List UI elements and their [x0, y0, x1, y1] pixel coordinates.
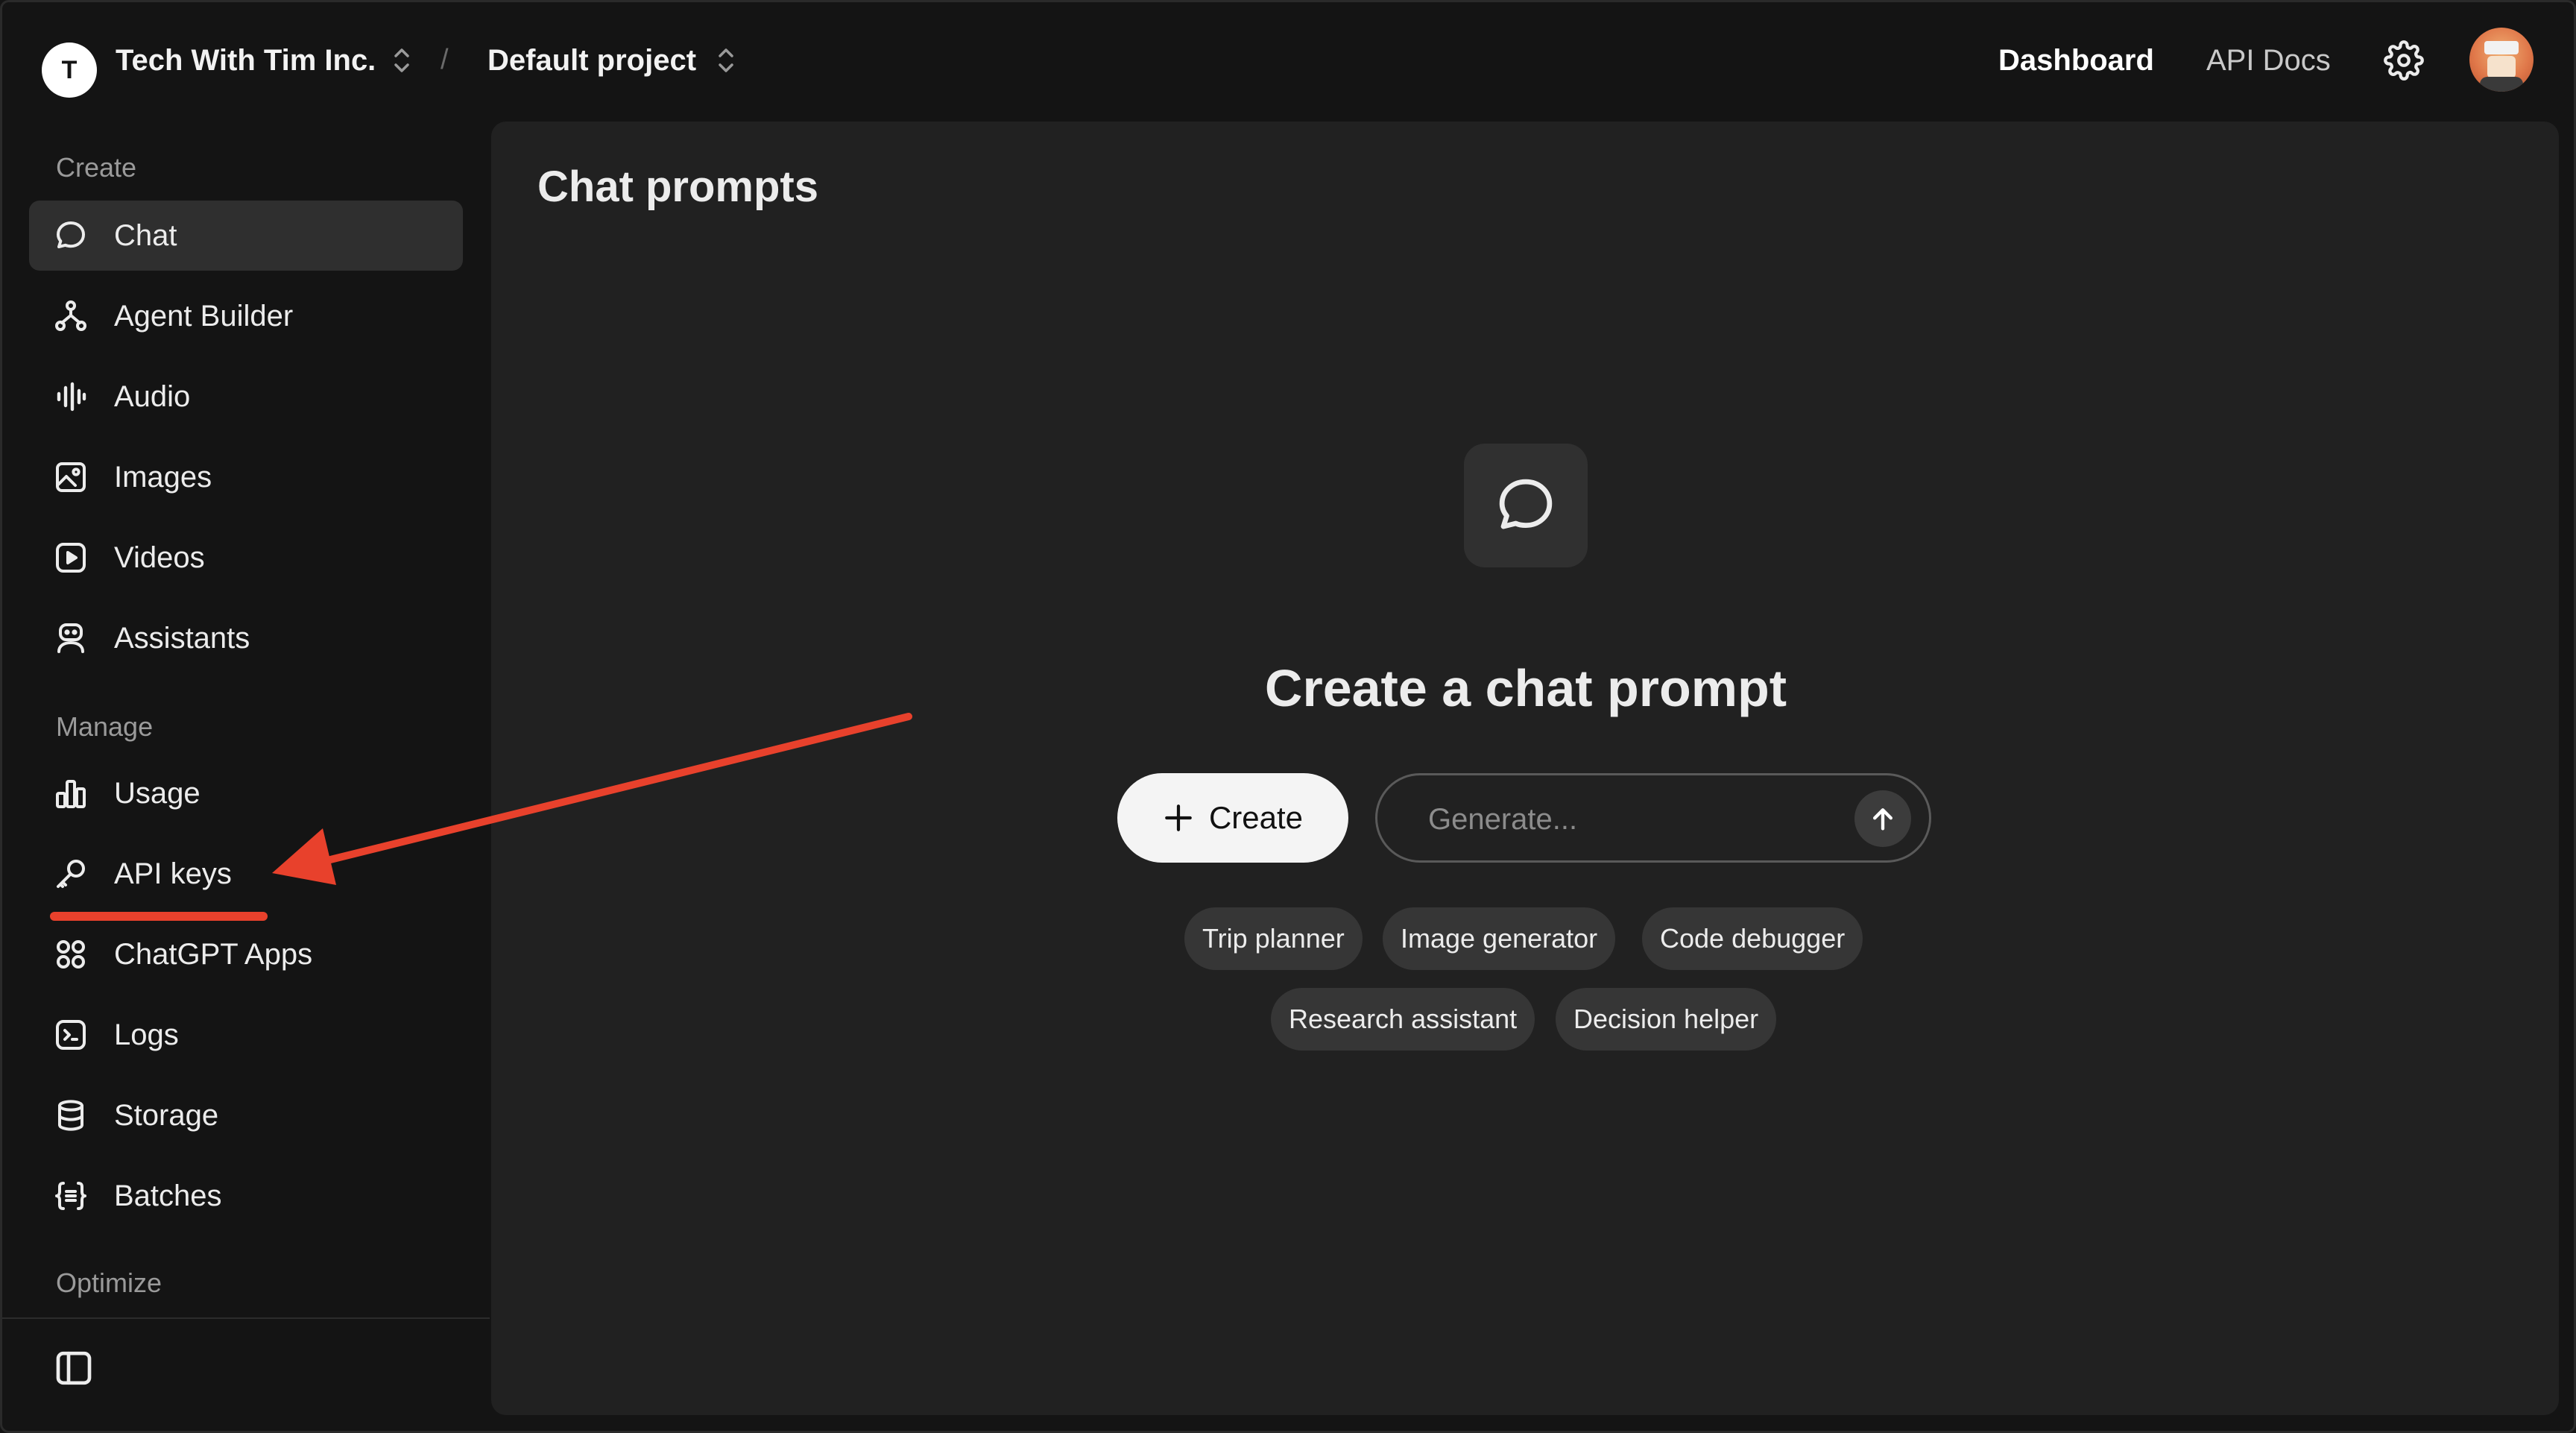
- app-window: T Tech With Tim Inc. / Default project D…: [0, 0, 2576, 1433]
- nav-dashboard-link[interactable]: Dashboard: [1998, 40, 2154, 81]
- generate-submit-button[interactable]: [1854, 790, 1911, 847]
- chevron-updown-icon[interactable]: [390, 44, 414, 77]
- sidebar-item-batches[interactable]: Batches: [29, 1161, 463, 1231]
- sidebar-item-label: Chat: [114, 219, 177, 252]
- bar-chart-icon: [53, 775, 89, 811]
- sidebar-panel-icon: [56, 1351, 92, 1385]
- suggestion-chip[interactable]: Decision helper: [1556, 988, 1777, 1051]
- sidebar-item-label: Images: [114, 461, 212, 494]
- terminal-icon: [53, 1017, 89, 1053]
- chevron-updown-icon[interactable]: [714, 44, 738, 77]
- generate-input[interactable]: [1427, 796, 1829, 843]
- org-avatar[interactable]: T: [42, 42, 97, 98]
- sidebar: Create Chat Agent Builder Audio Images V…: [2, 120, 490, 1431]
- sidebar-item-label: Storage: [114, 1099, 219, 1132]
- sidebar-item-label: Usage: [114, 777, 201, 810]
- sidebar-item-label: API keys: [114, 857, 232, 890]
- generate-field[interactable]: [1375, 773, 1931, 863]
- nav-api-docs-link[interactable]: API Docs: [2206, 40, 2331, 81]
- section-label-create: Create: [56, 152, 137, 183]
- arrow-up-icon: [1873, 808, 1892, 831]
- sidebar-item-label: ChatGPT Apps: [114, 938, 313, 971]
- suggestion-chip[interactable]: Image generator: [1383, 907, 1616, 970]
- sidebar-item-usage[interactable]: Usage: [29, 758, 463, 828]
- suggestion-chip[interactable]: Research assistant: [1271, 988, 1535, 1051]
- sidebar-item-api-keys[interactable]: API keys: [29, 839, 463, 909]
- section-label-optimize: Optimize: [56, 1267, 162, 1298]
- settings-button[interactable]: [2380, 37, 2428, 84]
- org-switcher[interactable]: Tech With Tim Inc.: [116, 40, 376, 81]
- sidebar-item-label: Videos: [114, 541, 205, 574]
- section-label-manage: Manage: [56, 711, 154, 742]
- create-button-label: Create: [1208, 800, 1304, 835]
- agent-builder-icon: [53, 298, 89, 334]
- key-icon: [53, 856, 89, 892]
- sidebar-item-label: Audio: [114, 380, 191, 413]
- sidebar-toggle-button[interactable]: [53, 1347, 95, 1389]
- sidebar-item-logs[interactable]: Logs: [29, 1000, 463, 1070]
- batch-braces-icon: [53, 1178, 89, 1214]
- sidebar-divider: [2, 1317, 490, 1319]
- sidebar-item-chat[interactable]: Chat: [29, 201, 463, 271]
- sidebar-item-label: Logs: [114, 1018, 179, 1051]
- empty-state-icon: [1464, 444, 1588, 567]
- page-title: Chat prompts: [537, 163, 818, 211]
- suggestion-chip[interactable]: Trip planner: [1184, 907, 1363, 970]
- apps-icon: [53, 936, 89, 972]
- sidebar-item-label: Agent Builder: [114, 300, 294, 333]
- sidebar-item-label: Batches: [114, 1180, 222, 1212]
- gear-icon: [2384, 40, 2424, 81]
- sidebar-item-images[interactable]: Images: [29, 442, 463, 512]
- project-switcher[interactable]: Default project: [487, 40, 696, 81]
- chat-bubble-icon: [1499, 479, 1553, 529]
- top-bar: T Tech With Tim Inc. / Default project D…: [2, 2, 2574, 120]
- suggestion-chip[interactable]: Code debugger: [1642, 907, 1863, 970]
- sidebar-item-assistants[interactable]: Assistants: [29, 603, 463, 673]
- robot-icon: [53, 620, 89, 656]
- chat-bubble-icon: [53, 218, 89, 253]
- sidebar-item-agent-builder[interactable]: Agent Builder: [29, 281, 463, 351]
- user-avatar[interactable]: [2469, 28, 2534, 92]
- empty-state-title: Create a chat prompt: [1264, 659, 1787, 717]
- create-button[interactable]: Create: [1117, 773, 1348, 863]
- plus-icon: [1163, 802, 1194, 834]
- sidebar-item-label: Assistants: [114, 622, 250, 655]
- main-panel: Chat prompts Create a chat prompt Create: [491, 122, 2559, 1415]
- sidebar-item-audio[interactable]: Audio: [29, 362, 463, 432]
- breadcrumb-separator: /: [441, 44, 449, 75]
- audio-waveform-icon: [53, 379, 89, 415]
- sidebar-item-storage[interactable]: Storage: [29, 1080, 463, 1150]
- sidebar-item-chatgpt-apps[interactable]: ChatGPT Apps: [29, 919, 463, 989]
- image-icon: [53, 459, 89, 495]
- database-icon: [53, 1097, 89, 1133]
- sidebar-item-videos[interactable]: Videos: [29, 523, 463, 593]
- video-play-icon: [53, 540, 89, 576]
